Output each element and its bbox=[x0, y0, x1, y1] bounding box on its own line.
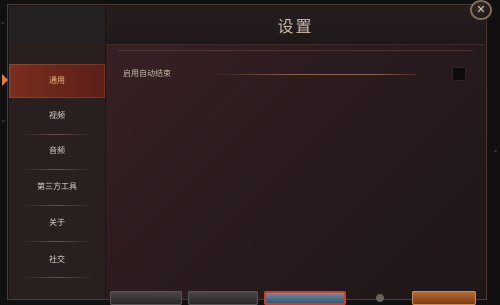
auto-end-option-label: 启用自动结束 bbox=[123, 69, 171, 78]
sidebar-divider bbox=[23, 241, 93, 242]
content-divider bbox=[118, 50, 473, 51]
sidebar-item-label: 视频 bbox=[49, 111, 65, 120]
auto-end-checkbox[interactable] bbox=[452, 67, 466, 81]
footer-button-highlighted[interactable] bbox=[264, 291, 346, 305]
sidebar-item-label: 社交 bbox=[49, 255, 65, 264]
settings-content: 设置 启用自动结束 bbox=[106, 6, 485, 299]
background-speck bbox=[494, 150, 497, 152]
sidebar-divider bbox=[23, 277, 93, 278]
sidebar-item-third-party-tools[interactable]: 第三方工具 bbox=[9, 170, 105, 204]
footer-dot-icon bbox=[376, 294, 384, 302]
footer-button-confirm[interactable] bbox=[412, 291, 476, 305]
sidebar-item-video[interactable]: 视频 bbox=[9, 99, 105, 133]
settings-sidebar: 通用 视频 音频 第三方工具 关于 社交 bbox=[2, 6, 105, 299]
sidebar-item-about[interactable]: 关于 bbox=[9, 206, 105, 240]
active-caret-icon bbox=[2, 74, 8, 86]
close-button[interactable]: ✕ bbox=[470, 0, 492, 20]
dialog-header: 设置 bbox=[106, 6, 485, 45]
sidebar-item-social[interactable]: 社交 bbox=[9, 243, 105, 277]
close-icon: ✕ bbox=[476, 3, 486, 16]
page-title: 设置 bbox=[277, 17, 314, 36]
sidebar-item-label: 第三方工具 bbox=[37, 182, 77, 191]
footer-button-2[interactable] bbox=[188, 291, 258, 305]
sidebar-item-label: 关于 bbox=[49, 218, 65, 227]
sidebar-header bbox=[9, 6, 105, 44]
sidebar-item-label: 音频 bbox=[49, 146, 65, 155]
sidebar-item-audio[interactable]: 音频 bbox=[9, 134, 105, 168]
footer-button-1[interactable] bbox=[110, 291, 182, 305]
background-speck bbox=[2, 120, 5, 122]
settings-dialog: 通用 视频 音频 第三方工具 关于 社交 设置 启用自动结束 bbox=[2, 4, 487, 300]
sidebar-item-general[interactable]: 通用 bbox=[2, 64, 105, 98]
sidebar-item-label: 通用 bbox=[49, 76, 65, 85]
option-leader-line bbox=[211, 74, 417, 75]
background-speck bbox=[1, 22, 4, 24]
